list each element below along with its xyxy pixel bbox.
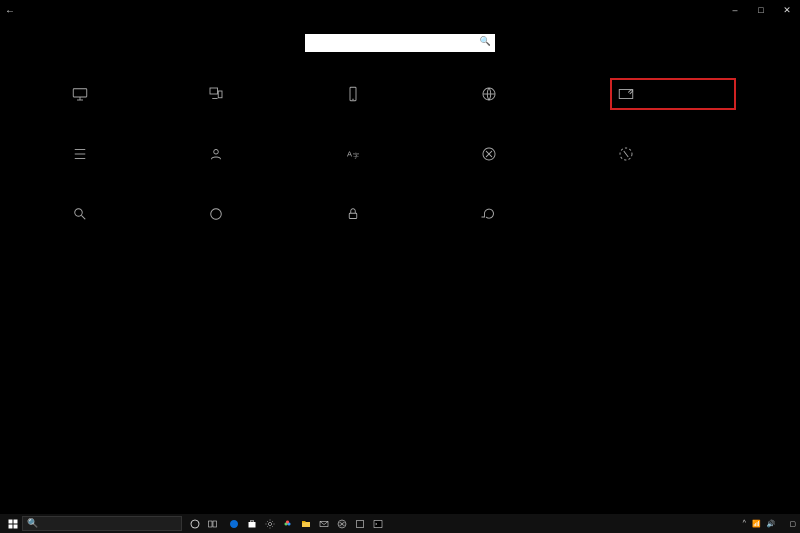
privacy-icon [343,204,363,224]
maximize-button[interactable]: □ [748,5,774,16]
app-terminal[interactable] [370,516,386,532]
cortana-icon [206,204,226,224]
tile-gaming[interactable] [473,138,599,170]
tile-search[interactable] [64,198,190,230]
taskbar: 🔍 ^ 📶 🔊 ▢ [0,514,800,533]
system-tray: ^ 📶 🔊 ▢ [743,520,796,528]
accounts-icon [206,144,226,164]
app-generic-2[interactable] [352,516,368,532]
globe-icon [479,84,499,104]
tile-network[interactable] [473,78,599,110]
tile-system[interactable] [64,78,190,110]
search-container: 🔍 [305,34,495,52]
back-button[interactable]: ← [0,5,20,16]
tile-personalization[interactable] [610,78,736,110]
start-button[interactable] [4,515,22,533]
tile-privacy[interactable] [337,198,463,230]
taskbar-apps [226,516,386,532]
tile-cortana[interactable] [200,198,326,230]
tile-accounts[interactable] [200,138,326,170]
close-button[interactable]: ✕ [774,5,800,16]
phone-icon [343,84,363,104]
search-input[interactable] [305,37,495,50]
settings-window: ← – □ ✕ 🔍 [0,0,800,514]
tile-apps[interactable] [64,138,190,170]
taskbar-search-icon: 🔍 [27,518,38,529]
app-mail[interactable] [316,516,332,532]
tray-network-icon[interactable]: 📶 [752,520,761,528]
settings-grid: A字 [64,78,736,230]
update-icon [479,204,499,224]
app-edge[interactable] [226,516,242,532]
taskbar-search[interactable]: 🔍 [22,516,182,531]
personalization-icon [616,84,636,104]
svg-text:字: 字 [353,152,359,160]
action-center-icon[interactable]: ▢ [789,520,796,528]
tile-time-language[interactable]: A字 [337,138,463,170]
app-generic-1[interactable] [280,516,296,532]
minimize-button[interactable]: – [722,5,748,16]
tile-phone[interactable] [337,78,463,110]
ease-of-access-icon [616,144,636,164]
titlebar: ← – □ ✕ [0,0,800,20]
tile-devices[interactable] [200,78,326,110]
app-store[interactable] [244,516,260,532]
search-tile-icon [70,204,90,224]
gaming-icon [479,144,499,164]
system-icon [70,84,90,104]
app-explorer[interactable] [298,516,314,532]
search-icon[interactable]: 🔍 [480,36,491,47]
app-settings[interactable] [262,516,278,532]
time-language-icon: A字 [343,144,363,164]
task-view-button[interactable] [204,515,222,533]
svg-text:A: A [347,149,352,158]
tray-chevron-icon[interactable]: ^ [743,520,746,527]
apps-icon [70,144,90,164]
tray-volume-icon[interactable]: 🔊 [767,520,776,528]
tile-ease-of-access[interactable] [610,138,736,170]
tile-update-security[interactable] [473,198,599,230]
cortana-button[interactable] [186,515,204,533]
app-xbox[interactable] [334,516,350,532]
devices-icon [206,84,226,104]
